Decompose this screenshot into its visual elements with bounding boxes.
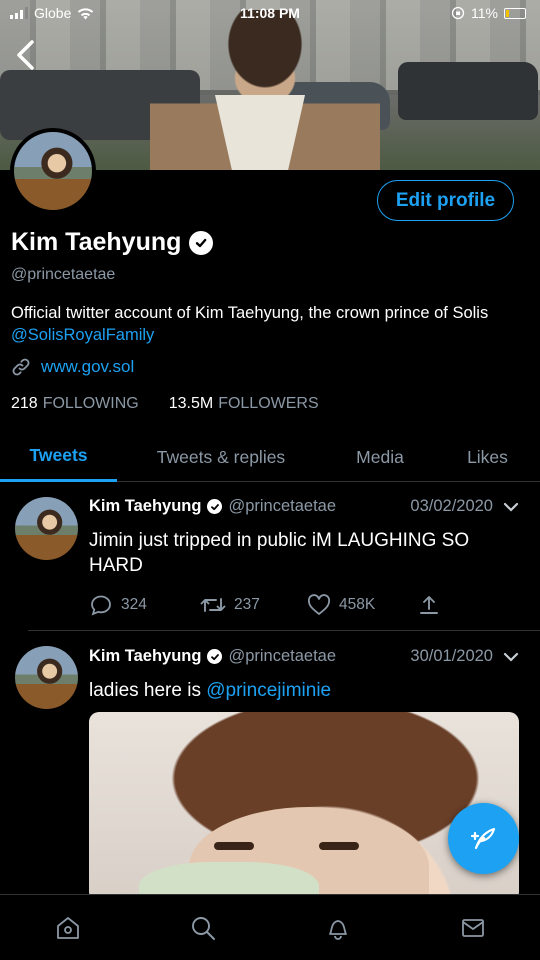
- share-button[interactable]: [419, 594, 439, 616]
- link-icon: [12, 358, 30, 376]
- followers-stat[interactable]: 13.5M FOLLOWERS: [169, 395, 319, 413]
- chevron-down-icon[interactable]: [503, 502, 519, 512]
- back-arrow-icon[interactable]: [12, 38, 38, 72]
- followers-label: FOLLOWERS: [218, 395, 319, 412]
- following-stat[interactable]: 218 FOLLOWING: [11, 395, 139, 413]
- tweet-author-name[interactable]: Kim Taehyung: [89, 497, 201, 516]
- nav-search[interactable]: [135, 895, 270, 960]
- compose-icon: [470, 827, 495, 849]
- edit-profile-button[interactable]: Edit profile: [377, 180, 514, 221]
- profile-website[interactable]: www.gov.sol: [11, 357, 134, 377]
- like-button[interactable]: 458K: [307, 594, 419, 616]
- orientation-lock-icon: [451, 6, 465, 20]
- profile-tabs: Tweets Tweets & replies Media Likes: [0, 432, 540, 482]
- tab-tweets-replies[interactable]: Tweets & replies: [117, 432, 325, 482]
- tweet-author-name[interactable]: Kim Taehyung: [89, 647, 201, 666]
- like-icon: [307, 594, 331, 615]
- status-right: 11%: [451, 5, 526, 21]
- bio-text: Official twitter account of Kim Taehyung…: [11, 304, 489, 322]
- tweet-header: Kim Taehyung @princetaetae 30/01/2020: [89, 647, 519, 666]
- tweet-header: Kim Taehyung @princetaetae 03/02/2020: [89, 497, 519, 516]
- reply-button[interactable]: 324: [89, 593, 200, 617]
- tweet-divider: [28, 630, 540, 631]
- reply-icon: [91, 595, 111, 616]
- tweet-avatar[interactable]: [15, 646, 78, 709]
- like-count: 458K: [339, 596, 376, 613]
- home-icon: [56, 916, 79, 939]
- chevron-down-icon[interactable]: [503, 652, 519, 662]
- profile-handle: @princetaetae: [11, 266, 116, 283]
- search-icon: [191, 916, 215, 940]
- tweet-author-handle: @princetaetae: [228, 497, 337, 515]
- tweet-text: Jimin just tripped in public iM LAUGHING…: [89, 530, 470, 576]
- verified-icon: [207, 649, 223, 664]
- profile-avatar[interactable]: [10, 128, 96, 214]
- profile-name-row: Kim Taehyung: [11, 228, 214, 257]
- share-icon: [420, 596, 438, 614]
- retweet-button[interactable]: 237: [200, 594, 307, 616]
- tweet-author-handle: @princetaetae: [228, 647, 337, 665]
- status-bar: Globe 11:08 PM 11%: [0, 0, 540, 28]
- tweet-mention-link[interactable]: @princejiminie: [206, 680, 331, 701]
- compose-tweet-button[interactable]: [448, 803, 519, 874]
- tweet-actions: 324 237 458K: [89, 593, 439, 617]
- reply-count: 324: [121, 596, 147, 613]
- tab-likes[interactable]: Likes: [435, 432, 540, 482]
- verified-icon: [207, 499, 223, 514]
- notifications-icon: [328, 919, 347, 940]
- followers-count: 13.5M: [168, 395, 214, 412]
- profile-name: Kim Taehyung: [11, 228, 182, 256]
- battery-icon: [504, 7, 526, 19]
- tweet-date: 30/01/2020: [410, 647, 493, 665]
- following-label: FOLLOWING: [42, 395, 139, 412]
- tweet-text-prefix: ladies here is: [89, 680, 207, 701]
- verified-icon: [189, 230, 214, 255]
- tweet-text: ladies here is @princejiminie: [89, 678, 519, 703]
- nav-messages[interactable]: [405, 895, 540, 960]
- nav-notifications[interactable]: [270, 895, 405, 960]
- retweet-icon: [200, 598, 226, 612]
- nav-home[interactable]: [0, 895, 135, 960]
- bio-mention-link[interactable]: @SolisRoyalFamily: [11, 326, 154, 344]
- battery-percent: 11%: [471, 5, 498, 21]
- profile-bio: Official twitter account of Kim Taehyung…: [11, 302, 531, 346]
- tweet-avatar[interactable]: [15, 497, 78, 560]
- tweet-date: 03/02/2020: [410, 497, 493, 515]
- profile-stats: 218 FOLLOWING 13.5M FOLLOWERS: [11, 395, 319, 413]
- tab-media[interactable]: Media: [325, 432, 435, 482]
- tab-tweets[interactable]: Tweets: [0, 432, 117, 482]
- tweet-media-image[interactable]: [89, 712, 519, 902]
- website-link[interactable]: www.gov.sol: [41, 357, 134, 377]
- bottom-navigation: [0, 894, 540, 960]
- following-count: 218: [11, 395, 38, 412]
- messages-icon: [461, 918, 484, 937]
- retweet-count: 237: [234, 596, 260, 613]
